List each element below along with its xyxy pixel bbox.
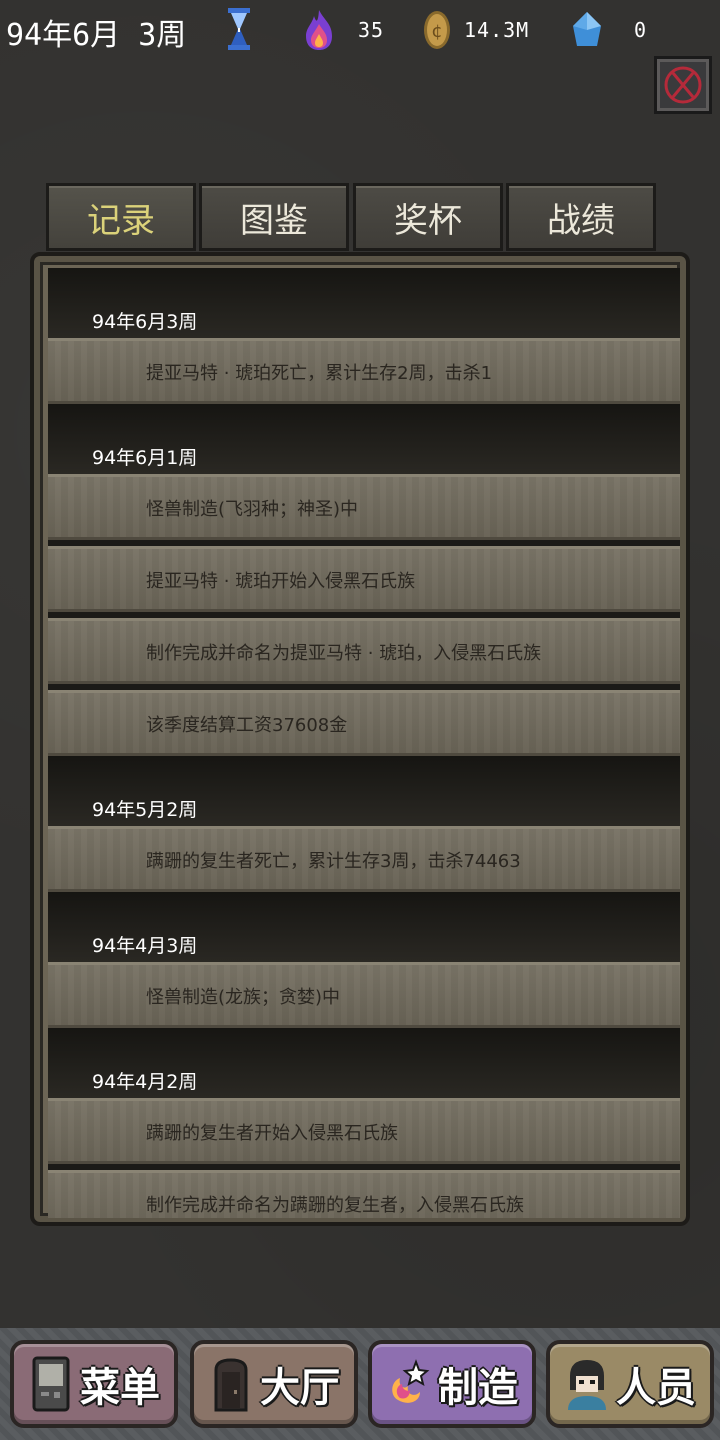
gold-coin-icon: ¢ <box>424 11 450 49</box>
gem-resource: 0 <box>570 8 647 52</box>
log-panel: 94年6月3周 提亚马特 · 琥珀死亡，累计生存2周，击杀1 94年6月1周 怪… <box>30 252 690 1226</box>
log-entry: 怪兽制造(飞羽种；神圣)中 <box>48 474 680 540</box>
log-entry-text: 制作完成并命名为提亚马特 · 琥珀，入侵黑石氏族 <box>146 643 542 664</box>
log-group-date: 94年4月3周 <box>92 935 198 957</box>
gold-resource: ¢ 14.3M <box>422 8 529 52</box>
log-entry: 制作完成并命名为蹒跚的复生者，入侵黑石氏族 <box>48 1170 680 1218</box>
log-group-header: 94年6月3周 <box>48 268 680 338</box>
tab-records[interactable]: 记录 <box>46 183 196 251</box>
person-avatar-icon <box>568 1360 606 1410</box>
log-scroll-area[interactable]: 94年6月3周 提亚马特 · 琥珀死亡，累计生存2周，击杀1 94年6月1周 怪… <box>48 268 680 1218</box>
hall-label: 大厅 <box>260 1365 340 1411</box>
log-entry: 提亚马特 · 琥珀死亡，累计生存2周，击杀1 <box>48 338 680 404</box>
tab-battle-record[interactable]: 战绩 <box>506 183 656 251</box>
gold-value: 14.3M <box>464 18 530 42</box>
door-icon <box>214 1358 248 1412</box>
log-entry: 制作完成并命名为提亚马特 · 琥珀，入侵黑石氏族 <box>48 618 680 684</box>
log-list: 94年6月3周 提亚马特 · 琥珀死亡，累计生存2周，击杀1 94年6月1周 怪… <box>48 268 680 1218</box>
menu-label: 菜单 <box>80 1365 160 1411</box>
bottom-nav: 菜单 大厅 制造 人员 <box>0 1328 720 1440</box>
handheld-device-icon <box>32 1356 70 1412</box>
crystal-icon <box>573 12 601 46</box>
close-button[interactable] <box>654 56 712 114</box>
craft-button[interactable]: 制造 <box>368 1340 536 1428</box>
log-entry: 蹒跚的复生者开始入侵黑石氏族 <box>48 1098 680 1164</box>
staff-label: 人员 <box>616 1365 696 1411</box>
energy-value: 35 <box>358 18 385 42</box>
log-entry: 该季度结算工资37608金 <box>48 690 680 756</box>
log-entry: 提亚马特 · 琥珀开始入侵黑石氏族 <box>48 546 680 612</box>
tab-trophies[interactable]: 奖杯 <box>353 183 503 251</box>
game-date: 94年6月 3周 <box>6 18 187 53</box>
menu-button[interactable]: 菜单 <box>10 1340 178 1428</box>
log-entry: 怪兽制造(龙族；贪婪)中 <box>48 962 680 1028</box>
log-entry-text: 蹒跚的复生者开始入侵黑石氏族 <box>146 1123 398 1144</box>
magic-sparkle-icon <box>392 1359 430 1403</box>
close-icon <box>664 66 702 104</box>
log-group-header: 94年4月3周 <box>48 892 680 962</box>
flame-icon <box>306 10 332 50</box>
log-group-header: 94年6月1周 <box>48 404 680 474</box>
log-group-header: 94年5月2周 <box>48 756 680 826</box>
log-entry-text: 提亚马特 · 琥珀死亡，累计生存2周，击杀1 <box>146 363 493 384</box>
tab-bar: 记录 图鉴 奖杯 战绩 <box>46 183 658 253</box>
svg-text:¢: ¢ <box>431 21 442 42</box>
log-group-date: 94年5月2周 <box>92 799 198 821</box>
log-entry-text: 蹒跚的复生者死亡，累计生存3周，击杀74463 <box>146 851 521 872</box>
log-group-header: 94年4月2周 <box>48 1028 680 1098</box>
hourglass-icon <box>228 8 250 50</box>
log-entry-text: 该季度结算工资37608金 <box>146 715 348 736</box>
tab-collection[interactable]: 图鉴 <box>199 183 349 251</box>
log-entry-text: 怪兽制造(龙族；贪婪)中 <box>146 987 341 1008</box>
energy-resource: 35 <box>302 8 384 52</box>
log-entry-text: 怪兽制造(飞羽种；神圣)中 <box>146 499 359 520</box>
staff-button[interactable]: 人员 <box>546 1340 714 1428</box>
log-group-date: 94年6月3周 <box>92 311 198 333</box>
log-entry-text: 提亚马特 · 琥珀开始入侵黑石氏族 <box>146 571 416 592</box>
status-bar: 94年6月 3周 35 ¢ 14.3M 0 <box>0 0 720 60</box>
log-group-date: 94年6月1周 <box>92 447 198 469</box>
craft-label: 制造 <box>438 1365 518 1411</box>
gem-value: 0 <box>634 18 648 42</box>
log-group-date: 94年4月2周 <box>92 1071 198 1093</box>
log-entry-text: 制作完成并命名为蹒跚的复生者，入侵黑石氏族 <box>146 1195 524 1216</box>
log-entry: 蹒跚的复生者死亡，累计生存3周，击杀74463 <box>48 826 680 892</box>
hall-button[interactable]: 大厅 <box>190 1340 358 1428</box>
